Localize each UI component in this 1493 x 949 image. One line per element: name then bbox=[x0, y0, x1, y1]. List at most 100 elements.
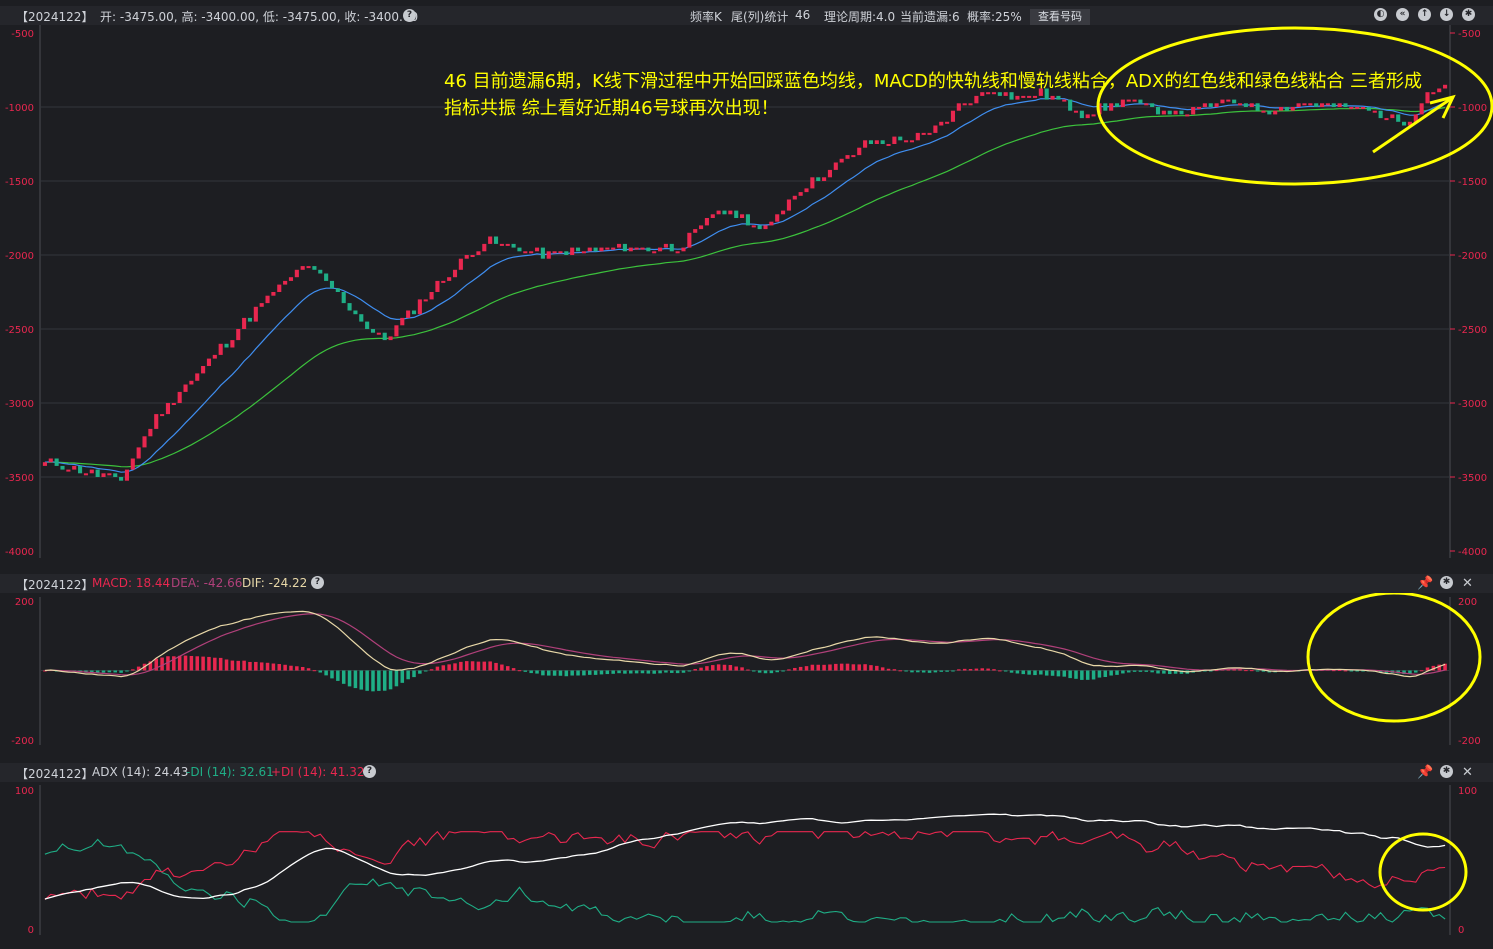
pin-icon[interactable]: 📌 bbox=[1417, 766, 1433, 779]
candle bbox=[265, 295, 270, 304]
y-tick-label-left: -4000 bbox=[5, 547, 34, 558]
up-icon[interactable]: ↑ bbox=[1418, 8, 1431, 21]
settings-icon[interactable]: ✱ bbox=[1440, 765, 1453, 778]
macd-histogram-bar bbox=[107, 670, 112, 673]
candle bbox=[909, 140, 915, 143]
candle bbox=[470, 255, 475, 257]
candle bbox=[845, 155, 850, 159]
macd-histogram-bar bbox=[1003, 670, 1008, 672]
help-icon[interactable]: ? bbox=[403, 9, 416, 22]
view-numbers-button[interactable]: 查看号码 bbox=[1030, 9, 1090, 25]
macd-histogram-bar bbox=[605, 670, 610, 675]
macd-histogram-bar bbox=[248, 661, 252, 671]
candle bbox=[400, 317, 405, 326]
help-icon[interactable]: ? bbox=[311, 576, 324, 589]
macd-histogram-bar bbox=[1068, 670, 1072, 679]
settings-icon[interactable]: ✱ bbox=[1440, 576, 1453, 589]
macd-histogram-bar bbox=[734, 666, 738, 671]
macd-histogram-bar bbox=[951, 670, 955, 672]
y-tick-label-left: -3500 bbox=[5, 473, 34, 484]
candle bbox=[763, 225, 768, 230]
macd-histogram-bar bbox=[435, 666, 440, 671]
macd-histogram-bar bbox=[599, 670, 604, 675]
macd-histogram-bar bbox=[388, 670, 393, 690]
macd-histogram-bar bbox=[763, 670, 768, 674]
macd-histogram-bar bbox=[974, 668, 979, 671]
macd-histogram-bar bbox=[353, 670, 358, 689]
candle bbox=[669, 243, 674, 252]
macd-histogram-bar bbox=[359, 670, 364, 690]
close-icon[interactable]: ✕ bbox=[1462, 577, 1473, 590]
macd-histogram-bar bbox=[933, 670, 938, 673]
candle bbox=[663, 243, 668, 248]
candle bbox=[288, 277, 294, 281]
candle bbox=[904, 140, 909, 143]
pin-icon[interactable]: 📌 bbox=[1417, 577, 1433, 590]
macd-histogram-bar bbox=[722, 664, 727, 671]
macd-histogram-bar bbox=[1138, 670, 1143, 672]
candle bbox=[933, 125, 938, 133]
candle bbox=[863, 140, 868, 148]
macd-histogram-bar bbox=[1162, 670, 1166, 674]
candle bbox=[60, 465, 65, 470]
macd-histogram-bar bbox=[131, 669, 135, 671]
candle bbox=[107, 473, 112, 476]
compass-icon[interactable]: ◐ bbox=[1374, 8, 1387, 21]
macd-period-label: 【2024122】 bbox=[16, 578, 94, 592]
macd-histogram-bar bbox=[1062, 670, 1067, 677]
macd-histogram-bar bbox=[113, 670, 117, 673]
candle bbox=[886, 144, 891, 146]
macd-histogram-bar bbox=[968, 668, 973, 671]
main-header-bar: 【2024122】 开: -3475.00, 高: -3400.00, 低: -… bbox=[0, 6, 1493, 25]
macd-histogram-bar bbox=[236, 660, 241, 671]
macd-histogram-bar bbox=[980, 668, 985, 671]
macd-histogram-bar bbox=[845, 663, 850, 671]
y-tick-label-left: 200 bbox=[15, 597, 34, 608]
close-icon[interactable]: ✕ bbox=[1462, 766, 1473, 779]
macd-histogram-bar bbox=[781, 670, 785, 672]
candle bbox=[675, 251, 680, 254]
macd-histogram-bar bbox=[664, 670, 668, 673]
macd-histogram-bar bbox=[1355, 670, 1359, 672]
y-tick-label-right: -200 bbox=[1458, 736, 1481, 747]
macd-histogram-bar bbox=[324, 670, 328, 676]
help-icon[interactable]: ? bbox=[363, 765, 376, 778]
candle bbox=[411, 310, 417, 315]
back-icon[interactable]: « bbox=[1396, 8, 1409, 21]
macd-histogram-bar bbox=[476, 661, 481, 671]
macd-histogram-bar bbox=[1115, 670, 1119, 675]
candle bbox=[165, 403, 171, 415]
settings-icon[interactable]: ✱ bbox=[1462, 8, 1475, 21]
macd-histogram-bar bbox=[640, 670, 645, 674]
candle bbox=[599, 247, 604, 252]
y-tick-label-left: 100 bbox=[15, 786, 34, 797]
macd-histogram-bar bbox=[377, 670, 381, 691]
stat-label: 尾(列)统计 bbox=[731, 10, 789, 24]
y-tick-label-right: -500 bbox=[1458, 29, 1481, 40]
candle bbox=[740, 214, 745, 218]
macd-histogram-bar bbox=[869, 665, 873, 671]
macd-histogram-bar bbox=[740, 667, 744, 671]
pdi-value: +DI (14): 41.32 bbox=[271, 765, 365, 779]
macd-histogram-bar bbox=[962, 668, 967, 671]
macd-histogram-bar bbox=[576, 670, 580, 676]
candle bbox=[341, 292, 346, 304]
candle bbox=[593, 247, 598, 252]
candle bbox=[921, 132, 926, 135]
macd-histogram-bar bbox=[195, 656, 200, 671]
macd-histogram-bar bbox=[910, 670, 914, 673]
candle bbox=[271, 292, 276, 296]
macd-histogram-bar bbox=[1121, 670, 1125, 674]
y-tick-label-left: 0 bbox=[28, 925, 34, 936]
macd-histogram-bar bbox=[793, 667, 797, 671]
macd-histogram-bar bbox=[160, 657, 164, 671]
candle bbox=[804, 188, 809, 193]
macd-histogram-bar bbox=[429, 669, 434, 671]
candle bbox=[335, 288, 340, 292]
macd-histogram-bar bbox=[634, 670, 639, 674]
macd-histogram-bar bbox=[921, 670, 926, 673]
candle bbox=[464, 255, 469, 259]
macd-histogram-bar bbox=[1109, 670, 1113, 676]
macd-histogram-bar bbox=[1085, 670, 1090, 680]
down-icon[interactable]: ↓ bbox=[1440, 8, 1453, 21]
